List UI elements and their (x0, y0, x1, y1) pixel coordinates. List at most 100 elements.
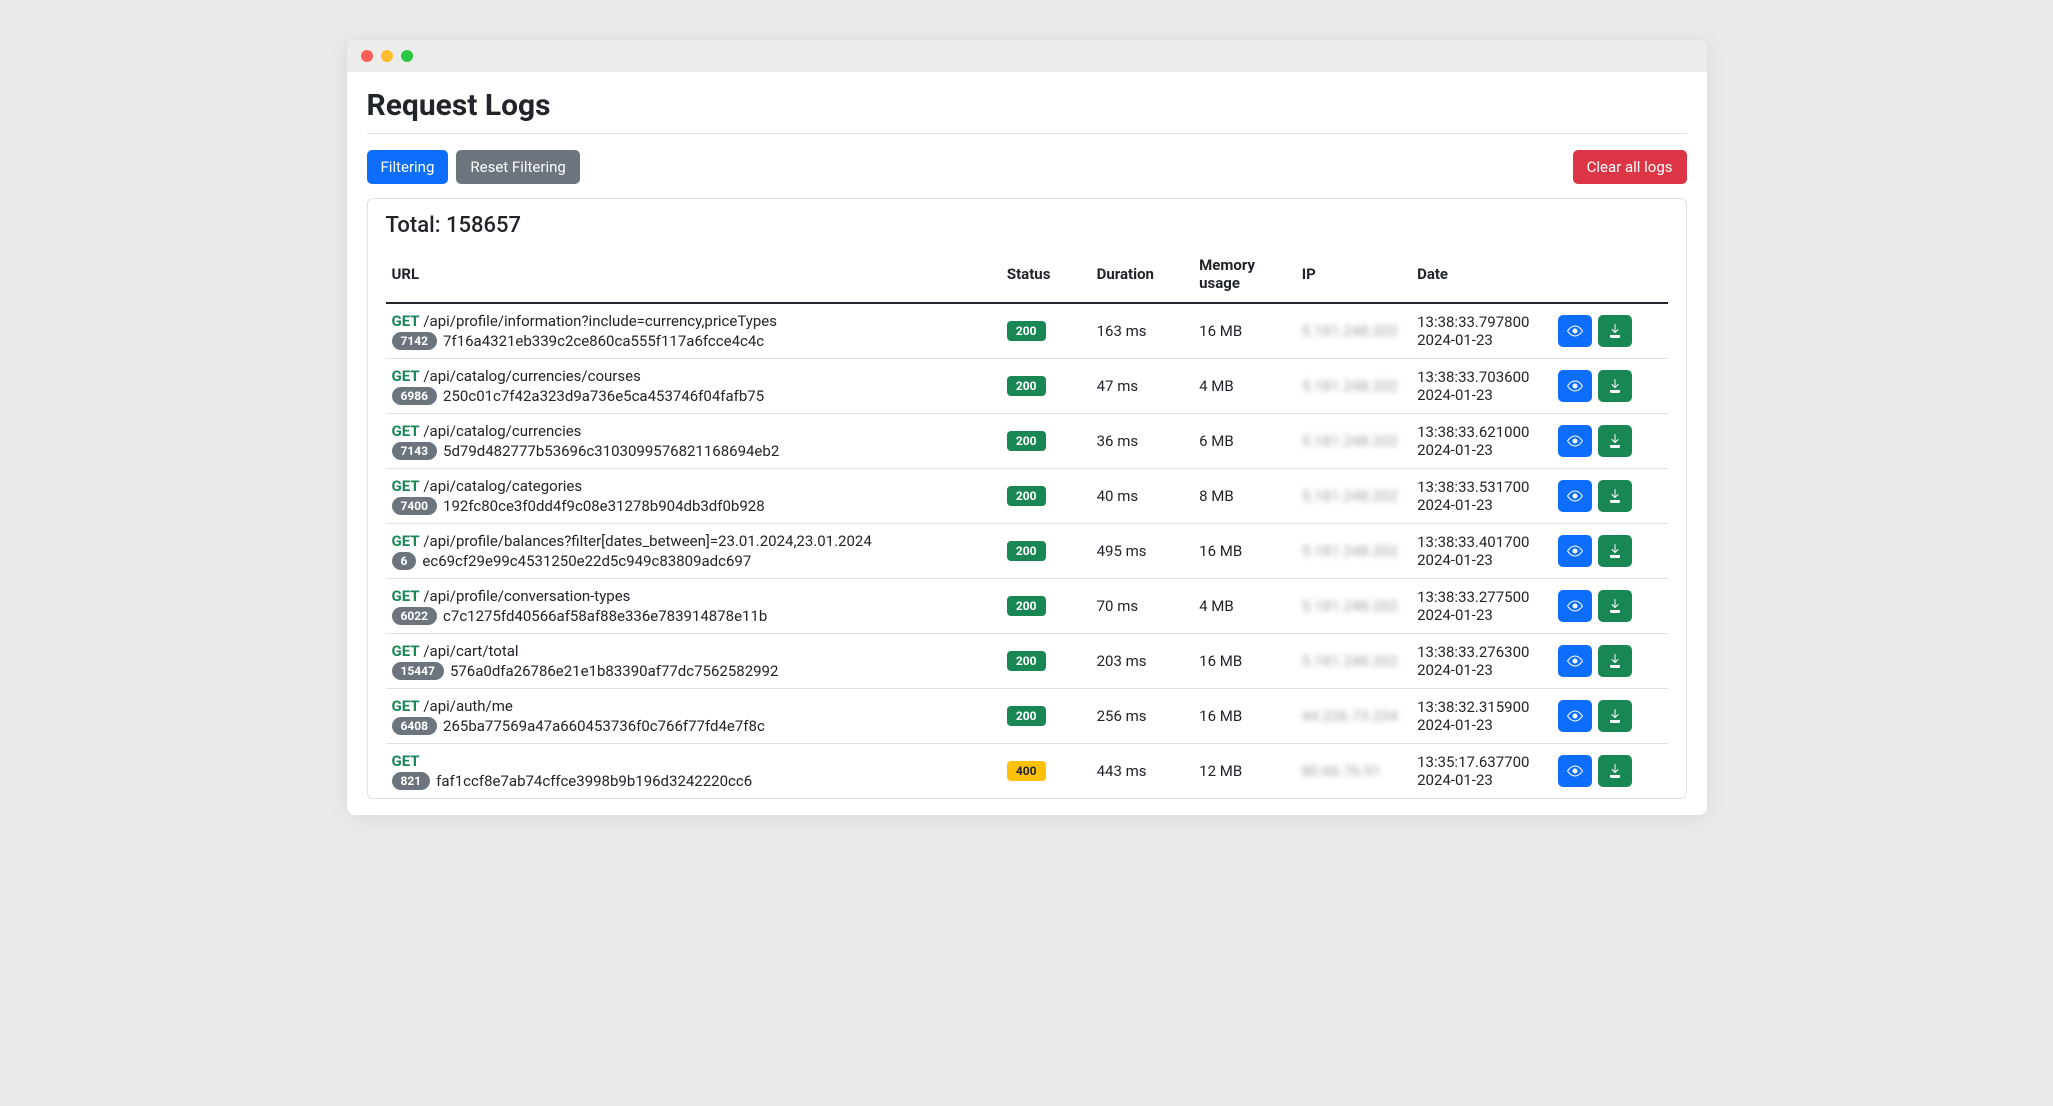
table-row: GET /api/catalog/currencies/courses 6986… (386, 359, 1668, 414)
http-method: GET (392, 752, 420, 770)
date-cell: 2024-01-23 (1417, 331, 1546, 349)
request-path: /api/auth/me (423, 697, 513, 715)
http-method: GET (392, 532, 420, 550)
memory-cell: 16 MB (1193, 634, 1296, 689)
http-method: GET (392, 422, 420, 440)
request-hash: 5d79d482777b53696c3103099576821168694eb2 (443, 442, 779, 460)
table-row: GET /api/auth/me 6408 265ba77569a47a6604… (386, 689, 1668, 744)
download-button[interactable] (1598, 700, 1632, 732)
logs-table: URL Status Duration Memory usage IP Date… (386, 246, 1668, 798)
page-title: Request Logs (367, 88, 1687, 123)
ip-cell: 5.181.248.202 (1302, 487, 1398, 505)
clear-all-logs-button[interactable]: Clear all logs (1573, 150, 1687, 184)
window-maximize-icon[interactable] (401, 50, 413, 62)
filtering-button[interactable]: Filtering (367, 150, 449, 184)
header-date: Date (1411, 246, 1552, 303)
http-method: GET (392, 312, 420, 330)
time-cell: 13:38:33.401700 (1417, 533, 1546, 551)
header-duration: Duration (1091, 246, 1194, 303)
content: Request Logs Filtering Reset Filtering C… (347, 72, 1707, 815)
ip-cell: 80.66.76.91 (1302, 762, 1381, 780)
memory-cell: 16 MB (1193, 303, 1296, 359)
request-hash: c7c1275fd40566af58af88e336e783914878e11b (443, 607, 767, 625)
request-hash: ec69cf29e99c4531250e22d5c949c83809adc697 (422, 552, 751, 570)
duration-cell: 70 ms (1091, 579, 1194, 634)
status-badge: 200 (1007, 376, 1046, 396)
window-close-icon[interactable] (361, 50, 373, 62)
window: Request Logs Filtering Reset Filtering C… (347, 40, 1707, 815)
http-method: GET (392, 477, 420, 495)
table-row: GET /api/catalog/currencies 7143 5d79d48… (386, 414, 1668, 469)
view-button[interactable] (1558, 590, 1592, 622)
request-hash: 192fc80ce3f0dd4f9c08e31278b904db3df0b928 (443, 497, 765, 515)
header-url: URL (386, 246, 1001, 303)
memory-cell: 6 MB (1193, 414, 1296, 469)
http-method: GET (392, 697, 420, 715)
view-button[interactable] (1558, 370, 1592, 402)
download-button[interactable] (1598, 315, 1632, 347)
request-hash: 576a0dfa26786e21e1b83390af77dc7562582992 (450, 662, 778, 680)
table-row: GET /api/profile/balances?filter[dates_b… (386, 524, 1668, 579)
view-button[interactable] (1558, 480, 1592, 512)
eye-icon (1567, 378, 1583, 394)
header-status: Status (1001, 246, 1091, 303)
table-row: GET 821 faf1ccf8e7ab74cffce3998b9b196d32… (386, 744, 1668, 799)
http-method: GET (392, 642, 420, 660)
view-button[interactable] (1558, 755, 1592, 787)
ip-cell: 5.181.248.202 (1302, 377, 1398, 395)
request-hash: 265ba77569a47a660453736f0c766f77fd4e7f8c (443, 717, 765, 735)
duration-cell: 203 ms (1091, 634, 1194, 689)
download-button[interactable] (1598, 480, 1632, 512)
download-button[interactable] (1598, 370, 1632, 402)
time-cell: 13:38:33.797800 (1417, 313, 1546, 331)
download-button[interactable] (1598, 645, 1632, 677)
memory-cell: 4 MB (1193, 359, 1296, 414)
date-cell: 2024-01-23 (1417, 441, 1546, 459)
download-button[interactable] (1598, 425, 1632, 457)
memory-cell: 12 MB (1193, 744, 1296, 799)
duration-cell: 40 ms (1091, 469, 1194, 524)
memory-cell: 16 MB (1193, 689, 1296, 744)
table-row: GET /api/cart/total 15447 576a0dfa26786e… (386, 634, 1668, 689)
download-icon (1607, 543, 1623, 559)
ip-cell: 5.181.248.202 (1302, 432, 1398, 450)
eye-icon (1567, 543, 1583, 559)
download-button[interactable] (1598, 535, 1632, 567)
view-button[interactable] (1558, 645, 1592, 677)
date-cell: 2024-01-23 (1417, 771, 1546, 789)
memory-cell: 8 MB (1193, 469, 1296, 524)
download-icon (1607, 653, 1623, 669)
view-button[interactable] (1558, 535, 1592, 567)
http-method: GET (392, 587, 420, 605)
ip-cell: 5.181.248.202 (1302, 652, 1398, 670)
ip-cell: 5.181.248.202 (1302, 322, 1398, 340)
reset-filtering-button[interactable]: Reset Filtering (456, 150, 579, 184)
download-icon (1607, 433, 1623, 449)
header-ip: IP (1296, 246, 1411, 303)
count-badge: 7143 (392, 442, 438, 460)
view-button[interactable] (1558, 425, 1592, 457)
header-actions (1552, 246, 1667, 303)
toolbar: Filtering Reset Filtering Clear all logs (367, 150, 1687, 184)
table-row: GET /api/catalog/categories 7400 192fc80… (386, 469, 1668, 524)
download-button[interactable] (1598, 590, 1632, 622)
time-cell: 13:38:33.276300 (1417, 643, 1546, 661)
download-button[interactable] (1598, 755, 1632, 787)
time-cell: 13:38:33.277500 (1417, 588, 1546, 606)
window-minimize-icon[interactable] (381, 50, 393, 62)
status-badge: 400 (1007, 761, 1046, 781)
count-badge: 821 (392, 772, 431, 790)
status-badge: 200 (1007, 541, 1046, 561)
status-badge: 200 (1007, 651, 1046, 671)
titlebar (347, 40, 1707, 72)
status-badge: 200 (1007, 596, 1046, 616)
ip-cell: 5.181.248.202 (1302, 542, 1398, 560)
count-badge: 6408 (392, 717, 438, 735)
view-button[interactable] (1558, 700, 1592, 732)
request-hash: faf1ccf8e7ab74cffce3998b9b196d3242220cc6 (436, 772, 752, 790)
header-memory: Memory usage (1193, 246, 1296, 303)
count-badge: 6986 (392, 387, 438, 405)
count-badge: 7142 (392, 332, 438, 350)
view-button[interactable] (1558, 315, 1592, 347)
request-hash: 250c01c7f42a323d9a736e5ca453746f04fafb75 (443, 387, 764, 405)
